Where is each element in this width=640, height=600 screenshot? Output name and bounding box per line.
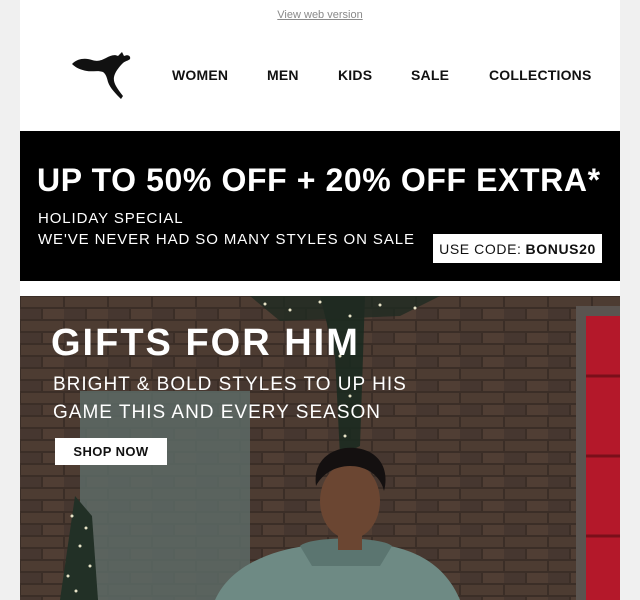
hero-subtitle-line1: BRIGHT & BOLD STYLES TO UP HIS [53, 374, 407, 395]
nav-kids[interactable]: KIDS [338, 67, 372, 83]
shop-now-button[interactable]: SHOP NOW [55, 438, 167, 465]
hero-title: GIFTS FOR HIM [51, 322, 360, 364]
nav-women[interactable]: WOMEN [172, 67, 228, 83]
promo-code-label: USE CODE: [439, 240, 522, 257]
nav-collections[interactable]: COLLECTIONS [489, 67, 592, 83]
nav-men[interactable]: MEN [267, 67, 299, 83]
email-container: View web version WOMEN MEN KIDS SALE COL… [20, 0, 620, 600]
view-web-version-link[interactable]: View web version [20, 9, 620, 21]
hero-banner[interactable]: GIFTS FOR HIM BRIGHT & BOLD STYLES TO UP… [20, 296, 620, 600]
promo-banner[interactable]: UP TO 50% OFF + 20% OFF EXTRA* HOLIDAY S… [20, 131, 620, 281]
promo-code-value: BONUS20 [525, 240, 596, 257]
promo-headline: UP TO 50% OFF + 20% OFF EXTRA* [37, 162, 601, 198]
promo-holiday-special: HOLIDAY SPECIAL [38, 210, 184, 227]
promo-tagline: WE'VE NEVER HAD SO MANY STYLES ON SALE [38, 231, 415, 248]
promo-code-box: USE CODE: BONUS20 [433, 234, 602, 263]
nav-sale[interactable]: SALE [411, 67, 449, 83]
puma-logo-icon[interactable] [70, 50, 132, 100]
hero-subtitle-line2: GAME THIS AND EVERY SEASON [53, 402, 381, 423]
